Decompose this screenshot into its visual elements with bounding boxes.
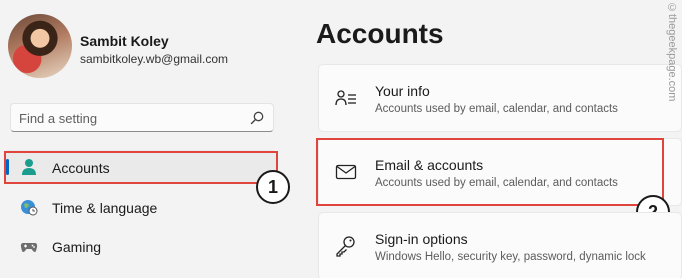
- search-box[interactable]: [10, 103, 274, 132]
- search-input[interactable]: [19, 109, 239, 127]
- person-lines-icon: [335, 90, 356, 106]
- sidebar-item-gaming[interactable]: Gaming: [4, 229, 276, 263]
- search-icon[interactable]: [249, 110, 265, 126]
- user-email: sambitkoley.wb@gmail.com: [80, 52, 229, 66]
- highlight-box-email-accounts: [316, 138, 664, 206]
- sidebar-item-label: Gaming: [52, 239, 102, 255]
- card-description: Windows Hello, security key, password, d…: [375, 251, 646, 263]
- card-description: Accounts used by email, calendar, and co…: [375, 103, 618, 115]
- card-title: Sign-in options: [375, 231, 468, 247]
- gamepad-icon: [20, 243, 38, 252]
- card-title: Your info: [375, 83, 430, 99]
- page-title: Accounts: [316, 18, 444, 49]
- sidebar-item-label: Time & language: [52, 200, 158, 216]
- user-name: Sambit Koley: [80, 33, 169, 49]
- highlight-box-accounts: [4, 151, 278, 184]
- globe-clock-icon: [21, 200, 38, 216]
- watermark: ©thegeekpage.com: [666, 2, 678, 102]
- avatar[interactable]: [8, 14, 72, 78]
- sidebar-item-time-language[interactable]: Time & language: [4, 190, 276, 224]
- card-your-info[interactable]: Your info Accounts used by email, calend…: [318, 64, 682, 132]
- key-icon: [336, 236, 355, 257]
- card-sign-in-options[interactable]: Sign-in options Windows Hello, security …: [318, 212, 682, 278]
